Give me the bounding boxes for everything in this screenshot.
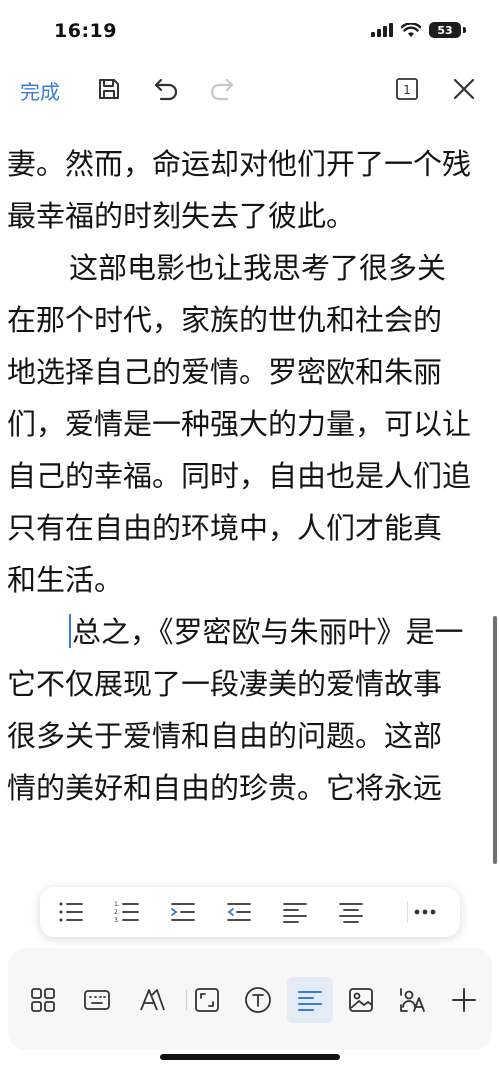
scrollbar[interactable]: [493, 616, 497, 864]
top-toolbar: 完成 1: [0, 62, 500, 118]
text-line-with-caret[interactable]: 总之，《罗密欧与朱丽叶》是一: [7, 606, 500, 658]
text-line[interactable]: 最幸福的时刻失去了彼此。: [7, 190, 500, 242]
svg-text:1.: 1.: [114, 901, 120, 908]
document-body[interactable]: 妻。然而，命运却对他们开了一个残 最幸福的时刻失去了彼此。 这部电影也让我思考了…: [0, 100, 500, 960]
text-caret: [69, 614, 71, 648]
svg-text:3.: 3.: [114, 917, 120, 923]
align-center-icon[interactable]: [334, 895, 368, 929]
align-left-icon[interactable]: [278, 895, 312, 929]
status-indicators: 53: [371, 22, 466, 38]
translate-icon[interactable]: [395, 982, 431, 1018]
text-line[interactable]: 们，爱情是一种强大的力量，可以让: [7, 398, 500, 450]
more-icon[interactable]: [408, 895, 442, 929]
page-count-icon[interactable]: 1: [390, 72, 424, 106]
bullet-list-icon[interactable]: [54, 895, 88, 929]
status-time: 16:19: [54, 20, 117, 42]
text-line[interactable]: 总之，《罗密欧与朱丽叶》是一: [72, 615, 464, 649]
document-text[interactable]: 妻。然而，命运却对他们开了一个残 最幸福的时刻失去了彼此。 这部电影也让我思考了…: [7, 120, 500, 814]
grid-icon[interactable]: [25, 982, 61, 1018]
text-line[interactable]: 在那个时代，家族的世仇和社会的: [7, 294, 500, 346]
text-line[interactable]: 妻。然而，命运却对他们开了一个残: [7, 138, 500, 190]
close-icon[interactable]: [447, 72, 481, 106]
save-icon[interactable]: [92, 72, 126, 106]
undo-icon[interactable]: [149, 72, 183, 106]
svg-text:2.: 2.: [114, 909, 120, 916]
battery-level: 53: [437, 23, 453, 37]
text-line[interactable]: 地选择自己的爱情。罗密欧和朱丽: [7, 346, 500, 398]
toolbar-divider: [186, 990, 187, 1010]
text-line[interactable]: 和生活。: [7, 554, 500, 606]
battery-icon: 53: [429, 22, 461, 38]
text-line[interactable]: 它不仅展现了一段凄美的爱情故事: [7, 658, 500, 710]
partial-line: [7, 120, 500, 138]
text-line[interactable]: 情的美好和自由的珍贵。它将永远: [7, 762, 500, 814]
home-indicator[interactable]: [160, 1054, 340, 1060]
text-line[interactable]: 这部电影也让我思考了很多关: [7, 242, 500, 294]
format-toolbar: 1. 2. 3.: [40, 887, 460, 937]
signal-icon: [371, 23, 393, 37]
redo-icon[interactable]: [205, 72, 239, 106]
text-line[interactable]: 很多关于爱情和自由的问题。这部: [7, 710, 500, 762]
image-icon[interactable]: [343, 982, 379, 1018]
decrease-indent-icon[interactable]: [222, 895, 256, 929]
battery-cap: [463, 27, 466, 33]
add-icon[interactable]: [446, 982, 482, 1018]
paragraph-icon[interactable]: [287, 977, 333, 1023]
page-count: 1: [403, 83, 411, 97]
text-style-icon[interactable]: [134, 982, 170, 1018]
increase-indent-icon[interactable]: [166, 895, 200, 929]
keyboard-icon[interactable]: [79, 982, 115, 1018]
status-bar: 16:19 53: [0, 0, 500, 62]
bottom-toolbar: [8, 948, 492, 1050]
done-button[interactable]: 完成: [20, 76, 60, 105]
numbered-list-icon[interactable]: 1. 2. 3.: [110, 895, 144, 929]
text-line[interactable]: 自己的幸福。同时，自由也是人们追: [7, 450, 500, 502]
fit-screen-icon[interactable]: [189, 982, 225, 1018]
text-line[interactable]: 只有在自由的环境中，人们才能真: [7, 502, 500, 554]
wifi-icon: [401, 22, 421, 38]
text-box-icon[interactable]: [240, 982, 276, 1018]
